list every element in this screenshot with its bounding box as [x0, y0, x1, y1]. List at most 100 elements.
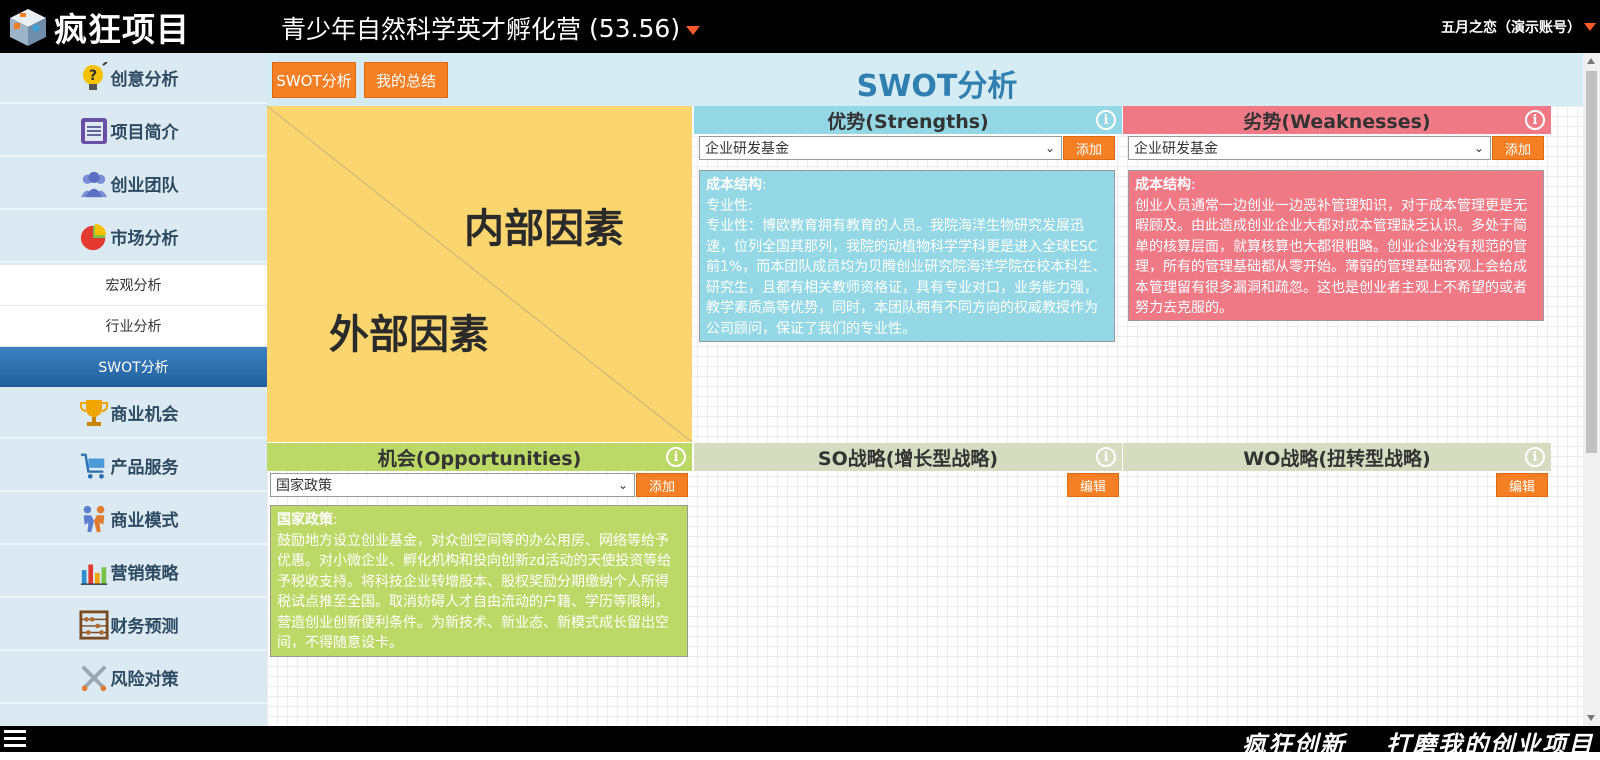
weaknesses-add-button[interactable]: 添加 — [1492, 136, 1544, 160]
project-title: 青少年自然科学英才孵化营 — [281, 15, 582, 44]
sidebar-item-marketing[interactable]: 营销策略 — [0, 547, 267, 598]
sidebar-item-label: 产品服务 — [110, 458, 179, 478]
document-icon — [79, 114, 109, 148]
sidebar-item-label: 商业机会 — [110, 405, 179, 425]
content-header: SWOT分析 我的总结 SWOT分析 — [267, 53, 1583, 106]
svg-text:?: ? — [88, 68, 96, 84]
opportunities-panel: 机会(Opportunities) i 国家政策 ⌄ 添加 国家政策: 鼓励地方… — [267, 443, 692, 726]
info-icon[interactable]: i — [1525, 447, 1545, 467]
factor-quadrant: 内部因素 外部因素 — [267, 106, 692, 442]
page-title: SWOT分析 — [856, 69, 1018, 104]
bar-chart-icon — [79, 555, 109, 589]
sub-item-swot[interactable]: SWOT分析 — [0, 347, 267, 388]
sidebar-item-label: 市场分析 — [110, 229, 179, 249]
internal-factors-label: 内部因素 — [464, 206, 624, 252]
sidebar-item-creative[interactable]: ? 创意分析 — [0, 53, 267, 104]
sidebar-item-label: 财务预测 — [110, 617, 179, 637]
sidebar-item-label: 创业团队 — [110, 176, 179, 196]
cube-logo-icon — [6, 5, 50, 49]
sidebar-item-team[interactable]: 创业团队 — [0, 159, 267, 210]
diagonal-line — [267, 106, 692, 442]
sidebar-item-opportunity[interactable]: 商业机会 — [0, 388, 267, 439]
caret-down-icon — [1584, 23, 1596, 31]
bottom-bar: 疯狂创新 打磨我的创业项目 — [0, 726, 1600, 759]
cart-icon — [79, 449, 109, 483]
scroll-down-arrow-icon[interactable] — [1587, 715, 1595, 721]
weaknesses-body: 创业人员通常一边创业一边恶补管理知识，对于成本管理更是无暇顾及。由此造成创业企业… — [1135, 197, 1527, 317]
chevron-down-icon: ⌄ — [1473, 141, 1484, 155]
account-menu[interactable]: 五月之恋（演示账号） — [1441, 17, 1596, 37]
chevron-down-icon: ⌄ — [617, 478, 628, 492]
pie-chart-icon — [79, 220, 109, 254]
sub-item-industry[interactable]: 行业分析 — [0, 306, 267, 347]
sidebar-item-market[interactable]: 市场分析 — [0, 212, 267, 263]
weaknesses-panel: 劣势(Weaknesses) i 企业研发基金 ⌄ 添加 成本结构: 创业人员通… — [1123, 106, 1551, 442]
weaknesses-select-value: 企业研发基金 — [1134, 141, 1218, 157]
wo-strategy-panel: WO战略(扭转型战略) i 编辑 — [1123, 443, 1551, 726]
logo-text: 疯狂项目 — [54, 10, 190, 49]
strengths-add-button[interactable]: 添加 — [1063, 136, 1115, 160]
info-icon[interactable]: i — [1096, 447, 1116, 467]
wo-strategy-title: WO战略(扭转型战略) — [1123, 443, 1551, 471]
strengths-select[interactable]: 企业研发基金 ⌄ — [699, 136, 1062, 160]
hamburger-menu-icon[interactable] — [4, 730, 26, 748]
slogan-part-2: 打磨我的创业项目 — [1386, 731, 1594, 759]
sidebar-item-label: 营销策略 — [110, 564, 179, 584]
sidebar-item-model[interactable]: 商业模式 — [0, 494, 267, 545]
opportunities-heading: 国家政策 — [277, 512, 333, 528]
sidebar: ? 创意分析 项目简介 创业团队 市场分析 宏观分析 行业分析 SWOT分析 商… — [0, 53, 267, 726]
vertical-scrollbar[interactable] — [1583, 53, 1600, 726]
sidebar-item-product[interactable]: 产品服务 — [0, 441, 267, 492]
info-icon[interactable]: i — [666, 447, 686, 467]
lightbulb-question-icon: ? — [79, 61, 109, 95]
project-score: (53.56) — [589, 13, 681, 43]
strengths-select-value: 企业研发基金 — [705, 141, 789, 157]
strengths-panel: 优势(Strengths) i 企业研发基金 ⌄ 添加 成本结构: 专业性: 专… — [694, 106, 1122, 442]
top-bar: 疯狂项目 青少年自然科学英才孵化营 (53.56) 五月之恋（演示账号） — [0, 0, 1600, 53]
caret-down-icon — [686, 25, 701, 35]
so-strategy-title: SO战略(增长型战略) — [694, 443, 1122, 471]
wo-edit-button[interactable]: 编辑 — [1496, 473, 1548, 497]
crossed-swords-icon — [79, 661, 109, 695]
main-content: SWOT分析 我的总结 SWOT分析 内部因素 外部因素 优势(Strength… — [267, 53, 1583, 726]
slogan: 疯狂创新 打磨我的创业项目 — [1242, 725, 1594, 760]
strengths-body: 专业性：博欧教育拥有教育的人员。我院海洋生物研究发展迅速，位列全国其那列，我院的… — [706, 218, 1107, 337]
sub-item-macro[interactable]: 宏观分析 — [0, 265, 267, 306]
strengths-content: 成本结构: 专业性: 专业性：博欧教育拥有教育的人员。我院海洋生物研究发展迅速，… — [699, 170, 1115, 342]
opportunities-add-button[interactable]: 添加 — [636, 473, 688, 497]
sidebar-item-label: 创意分析 — [110, 70, 179, 90]
handshake-icon — [79, 502, 109, 536]
so-strategy-panel: SO战略(增长型战略) i 编辑 — [694, 443, 1122, 726]
account-name: 五月之恋（演示账号） — [1441, 20, 1581, 36]
opportunities-title: 机会(Opportunities) — [267, 443, 692, 471]
sidebar-item-finance[interactable]: 财务预测 — [0, 600, 267, 651]
scroll-up-arrow-icon[interactable] — [1587, 58, 1595, 64]
so-edit-button[interactable]: 编辑 — [1067, 473, 1119, 497]
weaknesses-select[interactable]: 企业研发基金 ⌄ — [1128, 136, 1491, 160]
strengths-heading: 成本结构 — [706, 177, 762, 193]
opportunities-select-value: 国家政策 — [276, 478, 332, 494]
sidebar-item-risk[interactable]: 风险对策 — [0, 653, 267, 704]
external-factors-label: 外部因素 — [329, 312, 489, 358]
info-icon[interactable]: i — [1096, 110, 1116, 130]
scroll-thumb[interactable] — [1586, 71, 1597, 453]
opportunities-select[interactable]: 国家政策 ⌄ — [270, 473, 635, 497]
sidebar-item-intro[interactable]: 项目简介 — [0, 106, 267, 157]
slogan-part-1: 疯狂创新 — [1242, 731, 1346, 759]
project-selector[interactable]: 青少年自然科学英才孵化营 (53.56) — [281, 10, 701, 46]
sidebar-item-label: 风险对策 — [110, 670, 179, 690]
info-icon[interactable]: i — [1525, 110, 1545, 130]
opportunities-body: 鼓励地方设立创业基金，对众创空间等的办公用房、网络等给予优惠。对小微企业、孵化机… — [277, 532, 672, 652]
team-icon — [79, 167, 109, 201]
opportunities-content: 国家政策: 鼓励地方设立创业基金，对众创空间等的办公用房、网络等给予优惠。对小微… — [270, 505, 688, 657]
strengths-line1: 专业性: — [706, 197, 753, 214]
chevron-down-icon: ⌄ — [1044, 141, 1055, 155]
sidebar-item-label: 商业模式 — [110, 511, 179, 531]
strengths-title: 优势(Strengths) — [694, 106, 1122, 134]
trophy-icon — [79, 396, 109, 430]
app-logo[interactable]: 疯狂项目 — [6, 5, 190, 49]
sidebar-item-label: 项目简介 — [110, 123, 179, 143]
weaknesses-content: 成本结构: 创业人员通常一边创业一边恶补管理知识，对于成本管理更是无暇顾及。由此… — [1128, 170, 1544, 321]
abacus-icon — [78, 608, 109, 642]
weaknesses-heading: 成本结构 — [1135, 177, 1191, 193]
